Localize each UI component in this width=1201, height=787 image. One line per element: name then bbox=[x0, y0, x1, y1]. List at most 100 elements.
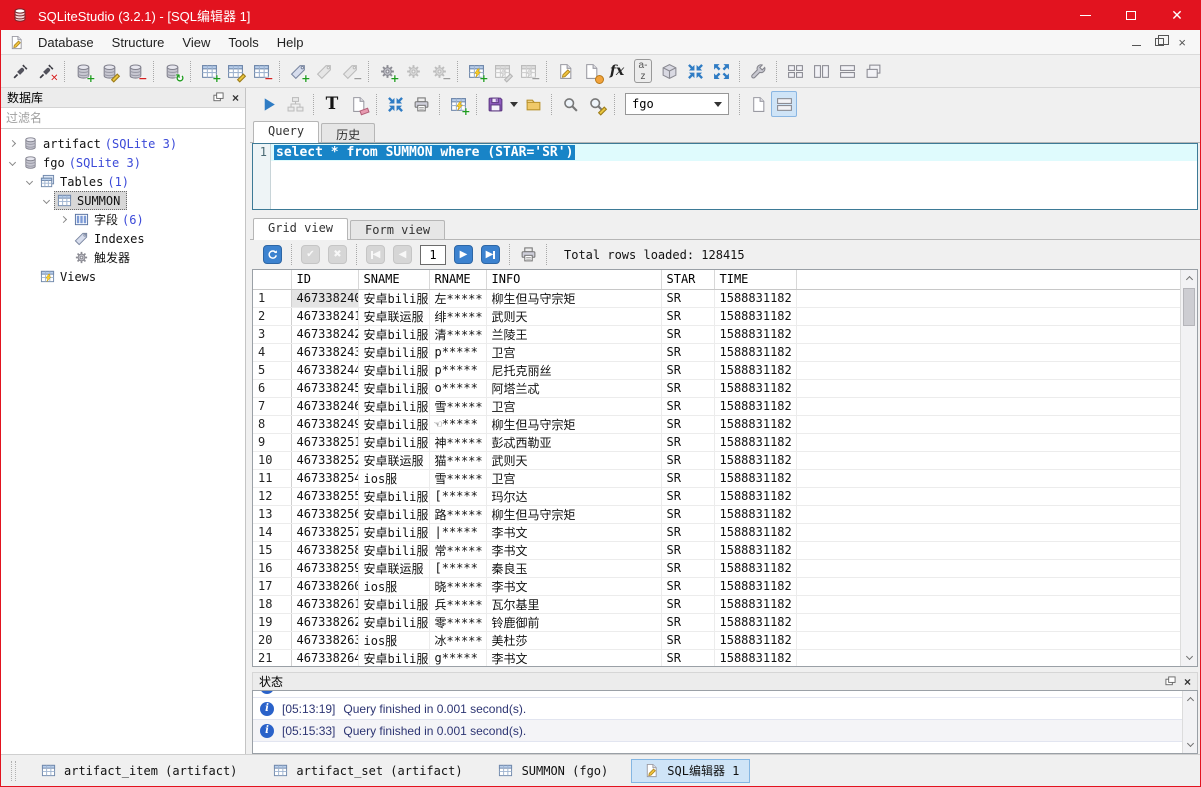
grid-cell[interactable]: 安卓bili服 bbox=[358, 541, 429, 559]
grid-cell[interactable]: SR bbox=[661, 361, 714, 379]
row-number-cell[interactable]: 1 bbox=[253, 289, 291, 307]
grid-cell[interactable]: 1588831182 bbox=[714, 397, 796, 415]
first-page-button[interactable]: ◀ bbox=[366, 245, 385, 264]
collations-editor-button[interactable]: a-z bbox=[630, 58, 656, 84]
tree-item-字段[interactable]: 字段(6) bbox=[1, 210, 245, 229]
grid-cell[interactable]: 1588831182 bbox=[714, 577, 796, 595]
grid-cell[interactable]: 467338243 bbox=[291, 343, 358, 361]
grid-cell[interactable]: 467338261 bbox=[291, 595, 358, 613]
grid-cell[interactable]: 卫宫 bbox=[486, 343, 661, 361]
grid-cell[interactable]: 晓***** bbox=[429, 577, 486, 595]
connect-button[interactable] bbox=[7, 58, 33, 84]
grid-cell[interactable]: 神***** bbox=[429, 433, 486, 451]
expander-icon[interactable] bbox=[5, 160, 20, 165]
scroll-up-icon[interactable] bbox=[1183, 691, 1197, 707]
tab-form-view[interactable]: Form view bbox=[350, 220, 445, 239]
grid-cell[interactable]: ios服 bbox=[358, 469, 429, 487]
add-index-button[interactable]: + bbox=[285, 58, 311, 84]
grid-cell[interactable]: 兰陵王 bbox=[486, 325, 661, 343]
open-sql-editor-button[interactable] bbox=[552, 58, 578, 84]
row-number-cell[interactable]: 6 bbox=[253, 379, 291, 397]
grid-cell[interactable]: 秦良玉 bbox=[486, 559, 661, 577]
row-number-cell[interactable]: 20 bbox=[253, 631, 291, 649]
grid-cell[interactable]: 安卓bili服 bbox=[358, 649, 429, 667]
edit-view-button[interactable] bbox=[489, 58, 515, 84]
grid-cell[interactable]: SR bbox=[661, 289, 714, 307]
new-table-button[interactable]: + bbox=[196, 58, 222, 84]
grid-cell[interactable]: 安卓bili服 bbox=[358, 613, 429, 631]
scroll-down-icon[interactable] bbox=[1181, 650, 1197, 666]
taskbar-item-summon[interactable]: SUMMON (fgo) bbox=[486, 759, 620, 783]
column-header-info[interactable]: INFO bbox=[486, 270, 661, 289]
grid-cell[interactable]: 雪***** bbox=[429, 397, 486, 415]
drop-view-button[interactable]: − bbox=[515, 58, 541, 84]
tab-历史[interactable]: 历史 bbox=[321, 123, 375, 142]
page-number-input[interactable] bbox=[420, 245, 446, 265]
grid-cell[interactable]: 467338251 bbox=[291, 433, 358, 451]
grid-cell[interactable]: 卫宫 bbox=[486, 397, 661, 415]
column-header-rownum[interactable] bbox=[253, 270, 291, 289]
grid-cell[interactable]: 李书文 bbox=[486, 577, 661, 595]
tab-grid-view[interactable]: Grid view bbox=[253, 218, 348, 240]
grid-cell[interactable]: 1588831182 bbox=[714, 415, 796, 433]
new-tab-button[interactable] bbox=[745, 91, 771, 117]
row-number-cell[interactable]: 4 bbox=[253, 343, 291, 361]
grid-cell[interactable]: 玛尔达 bbox=[486, 487, 661, 505]
grid-cell[interactable]: [***** bbox=[429, 487, 486, 505]
column-header-time[interactable]: TIME bbox=[714, 270, 796, 289]
row-number-cell[interactable]: 17 bbox=[253, 577, 291, 595]
grid-cell[interactable]: 1588831182 bbox=[714, 631, 796, 649]
grid-cell[interactable]: 467338264 bbox=[291, 649, 358, 667]
row-number-cell[interactable]: 12 bbox=[253, 487, 291, 505]
grid-cell[interactable]: 安卓bili服 bbox=[358, 523, 429, 541]
grid-cell[interactable]: o***** bbox=[429, 379, 486, 397]
grid-cell[interactable]: 467338262 bbox=[291, 613, 358, 631]
grid-cell[interactable]: 安卓bili服 bbox=[358, 397, 429, 415]
grid-cell[interactable]: 467338260 bbox=[291, 577, 358, 595]
grid-cell[interactable]: 零***** bbox=[429, 613, 486, 631]
scroll-down-icon[interactable] bbox=[1183, 737, 1197, 753]
run-button[interactable] bbox=[256, 91, 282, 117]
open-ddl-history-button[interactable] bbox=[578, 58, 604, 84]
edit-database-button[interactable] bbox=[96, 58, 122, 84]
functions-editor-button[interactable]: fx bbox=[604, 58, 630, 84]
undock-panel-icon[interactable] bbox=[213, 92, 224, 103]
grid-cell[interactable]: 1588831182 bbox=[714, 613, 796, 631]
mdi-close-button[interactable]: × bbox=[1178, 36, 1186, 49]
row-number-cell[interactable]: 15 bbox=[253, 541, 291, 559]
grid-cell[interactable]: SR bbox=[661, 379, 714, 397]
menu-tools[interactable]: Tools bbox=[219, 32, 267, 53]
grid-cell[interactable]: 1588831182 bbox=[714, 487, 796, 505]
menu-help[interactable]: Help bbox=[268, 32, 313, 53]
close-panel-icon[interactable]: × bbox=[232, 91, 239, 105]
grid-cell[interactable]: SR bbox=[661, 505, 714, 523]
grid-cell[interactable]: SR bbox=[661, 343, 714, 361]
tree-item-summon[interactable]: SUMMON bbox=[1, 191, 245, 210]
edit-index-button[interactable] bbox=[311, 58, 337, 84]
explain-plan-button[interactable] bbox=[282, 91, 308, 117]
grid-cell[interactable]: SR bbox=[661, 577, 714, 595]
clear-editor-button[interactable] bbox=[345, 91, 371, 117]
mdi-restore-button[interactable] bbox=[1155, 35, 1164, 49]
grid-cell[interactable]: 绯***** bbox=[429, 307, 486, 325]
grid-cell[interactable]: 467338259 bbox=[291, 559, 358, 577]
mdi-tile-vertical-button[interactable] bbox=[808, 58, 834, 84]
last-page-button[interactable]: ▶ bbox=[481, 245, 500, 264]
mdi-tile-button[interactable] bbox=[782, 58, 808, 84]
grid-cell[interactable]: 柳生但马守宗矩 bbox=[486, 289, 661, 307]
grid-cell[interactable]: 彭忒西勒亚 bbox=[486, 433, 661, 451]
grid-vertical-scrollbar[interactable] bbox=[1180, 270, 1197, 666]
undock-status-icon[interactable] bbox=[1165, 676, 1176, 687]
grid-cell[interactable]: 安卓联运服 bbox=[358, 451, 429, 469]
grid-cell[interactable]: SR bbox=[661, 613, 714, 631]
grid-cell[interactable]: SR bbox=[661, 487, 714, 505]
mdi-tile-horizontal-button[interactable] bbox=[834, 58, 860, 84]
grid-cell[interactable]: 1588831182 bbox=[714, 469, 796, 487]
expander-icon[interactable] bbox=[39, 198, 54, 203]
grid-cell[interactable]: 路***** bbox=[429, 505, 486, 523]
grid-cell[interactable]: 467338244 bbox=[291, 361, 358, 379]
row-number-cell[interactable]: 3 bbox=[253, 325, 291, 343]
collapse-all-button[interactable] bbox=[682, 58, 708, 84]
grid-cell[interactable]: 1588831182 bbox=[714, 379, 796, 397]
row-number-cell[interactable]: 14 bbox=[253, 523, 291, 541]
